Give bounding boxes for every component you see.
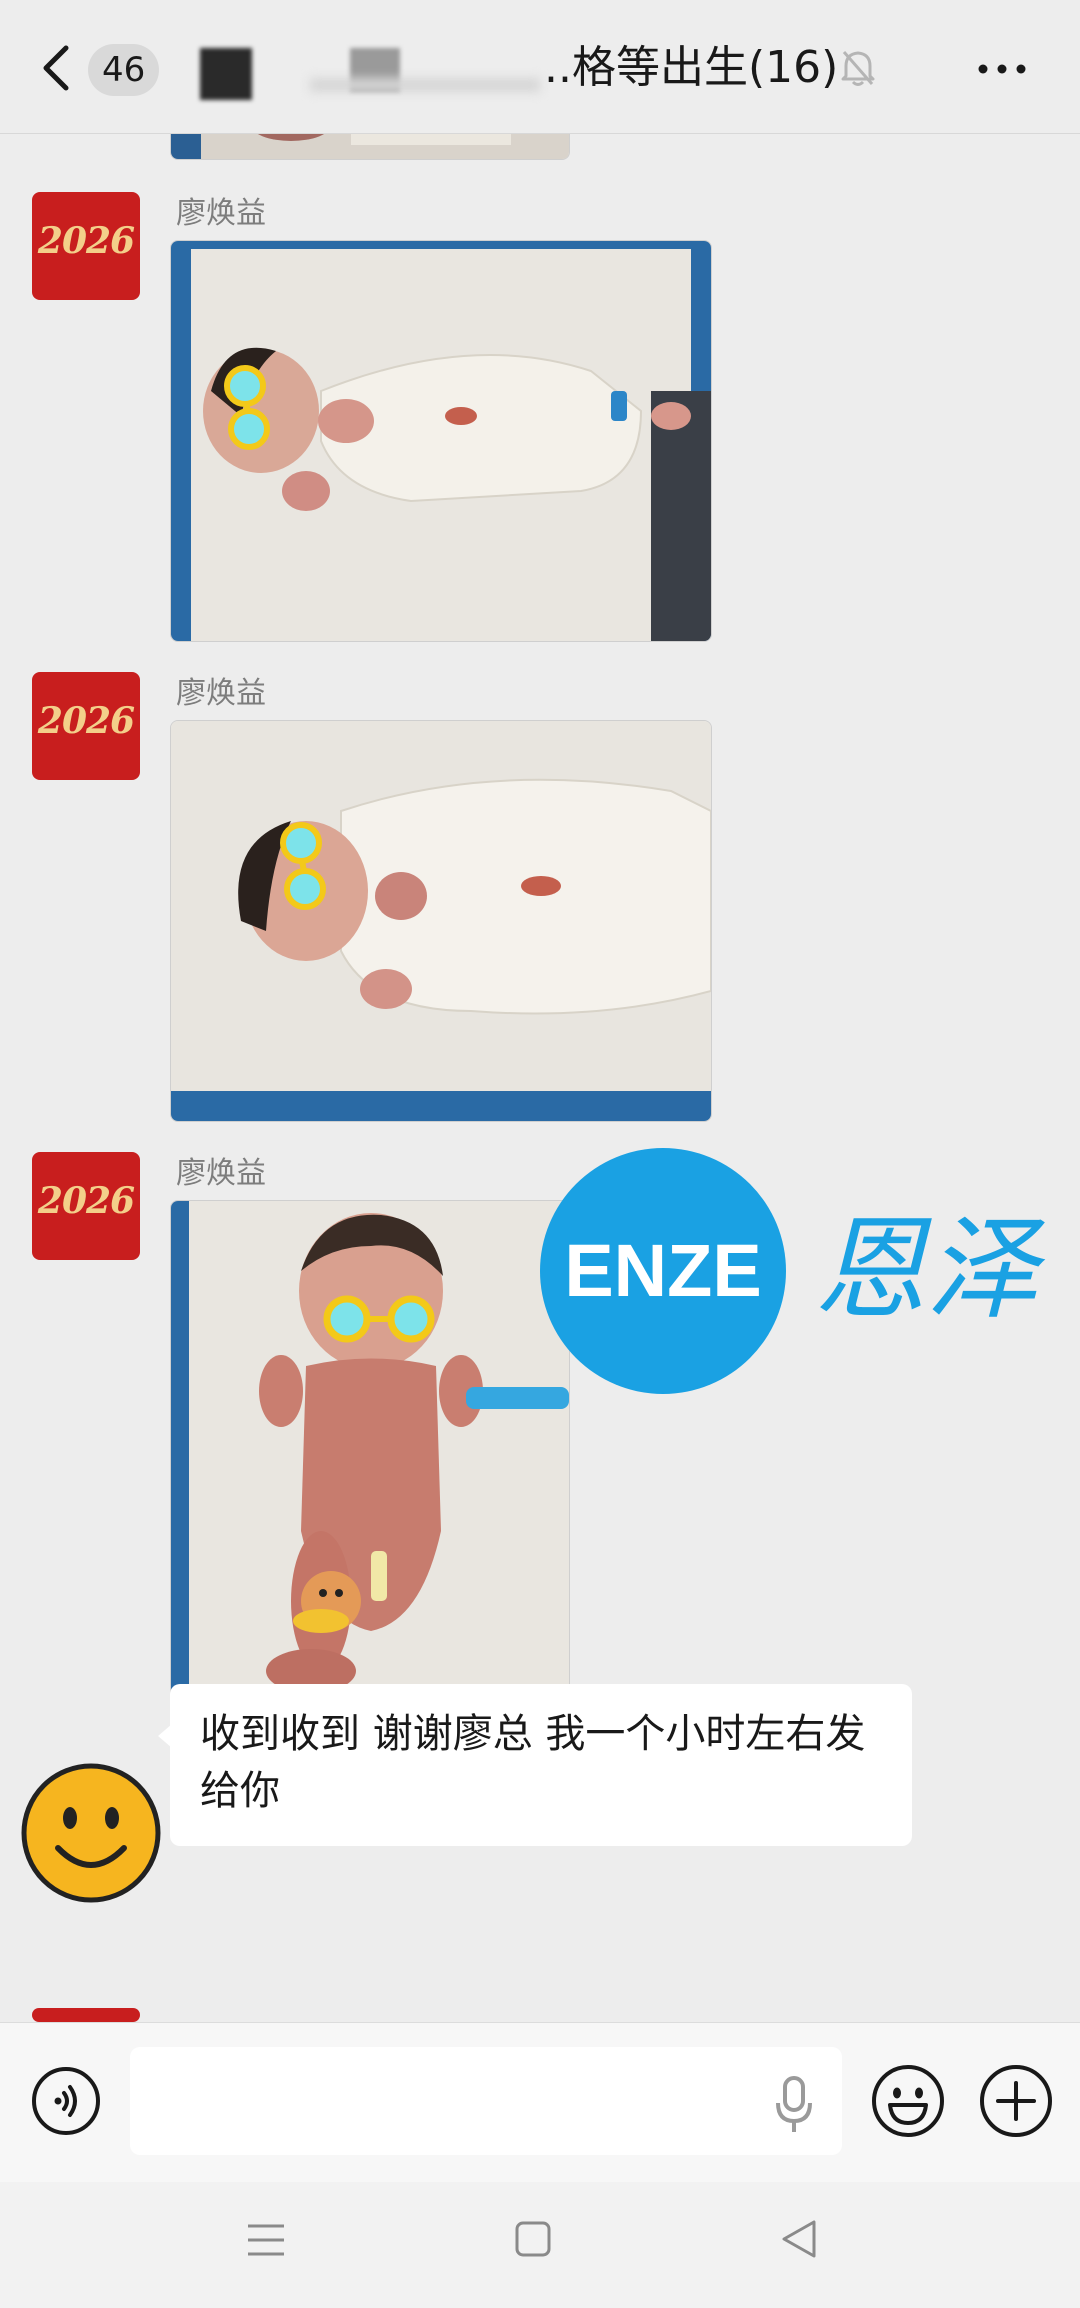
message-image[interactable]	[170, 134, 570, 160]
sender-name: 廖焕益	[176, 676, 266, 711]
watermark-logo: ENZE	[564, 1229, 762, 1312]
blurred-region	[200, 48, 252, 100]
avatar-label: 2026	[37, 1180, 135, 1222]
watermark-badge: ENZE	[540, 1148, 786, 1394]
bell-off-icon	[838, 46, 878, 88]
avatar-label: 2026	[37, 220, 135, 262]
voice-icon	[32, 2067, 100, 2135]
avatar-label: 2026	[37, 700, 135, 742]
avatar[interactable]	[32, 2008, 140, 2022]
home-button[interactable]	[514, 2220, 552, 2258]
chat-header: 46 ..格等出生(16)	[0, 0, 1080, 134]
sender-name: 廖焕益	[176, 1156, 266, 1191]
chat-title[interactable]: ..格等出生(16)	[544, 36, 838, 100]
input-bar	[0, 2022, 1080, 2183]
voice-toggle-button[interactable]	[30, 2065, 102, 2137]
more-horizontal-icon	[978, 64, 1026, 74]
emoji-button[interactable]	[870, 2063, 946, 2139]
emoji-icon	[872, 2065, 944, 2137]
sender-name: 廖焕益	[176, 196, 266, 231]
unread-count-badge[interactable]: 46	[88, 44, 160, 96]
system-nav-bar	[0, 2182, 1080, 2308]
chevron-left-icon	[43, 45, 69, 91]
home-icon	[515, 2221, 551, 2257]
plus-icon	[980, 2065, 1052, 2137]
more-functions-button[interactable]	[978, 2063, 1054, 2139]
more-options-button[interactable]	[974, 44, 1030, 94]
message-image[interactable]	[170, 1200, 570, 1740]
menu-icon	[248, 2224, 284, 2256]
blurred-region	[310, 78, 540, 92]
recent-apps-button[interactable]	[246, 2222, 286, 2258]
message-input[interactable]	[130, 2047, 842, 2155]
watermark: ENZE 恩泽	[540, 1148, 1080, 1398]
back-triangle-icon	[782, 2220, 816, 2258]
system-back-button[interactable]	[778, 2218, 820, 2260]
back-button[interactable]	[36, 36, 82, 100]
avatar[interactable]: 2026	[32, 192, 140, 300]
message-list[interactable]: 2026 廖焕益 2026 廖焕益 2026 廖焕益 ENZE 恩泽 收到收到 …	[0, 134, 1080, 2022]
avatar[interactable]: 2026	[32, 1152, 140, 1260]
avatar[interactable]: 2026	[32, 672, 140, 780]
message-image[interactable]	[170, 720, 712, 1122]
microphone-icon[interactable]	[772, 2075, 816, 2135]
watermark-text: 恩泽	[814, 1205, 1038, 1335]
message-image[interactable]	[170, 240, 712, 642]
message-bubble[interactable]: 收到收到 谢谢廖总 我一个小时左右发给你	[170, 1684, 912, 1846]
smiley-avatar-overlay	[20, 1762, 162, 1904]
